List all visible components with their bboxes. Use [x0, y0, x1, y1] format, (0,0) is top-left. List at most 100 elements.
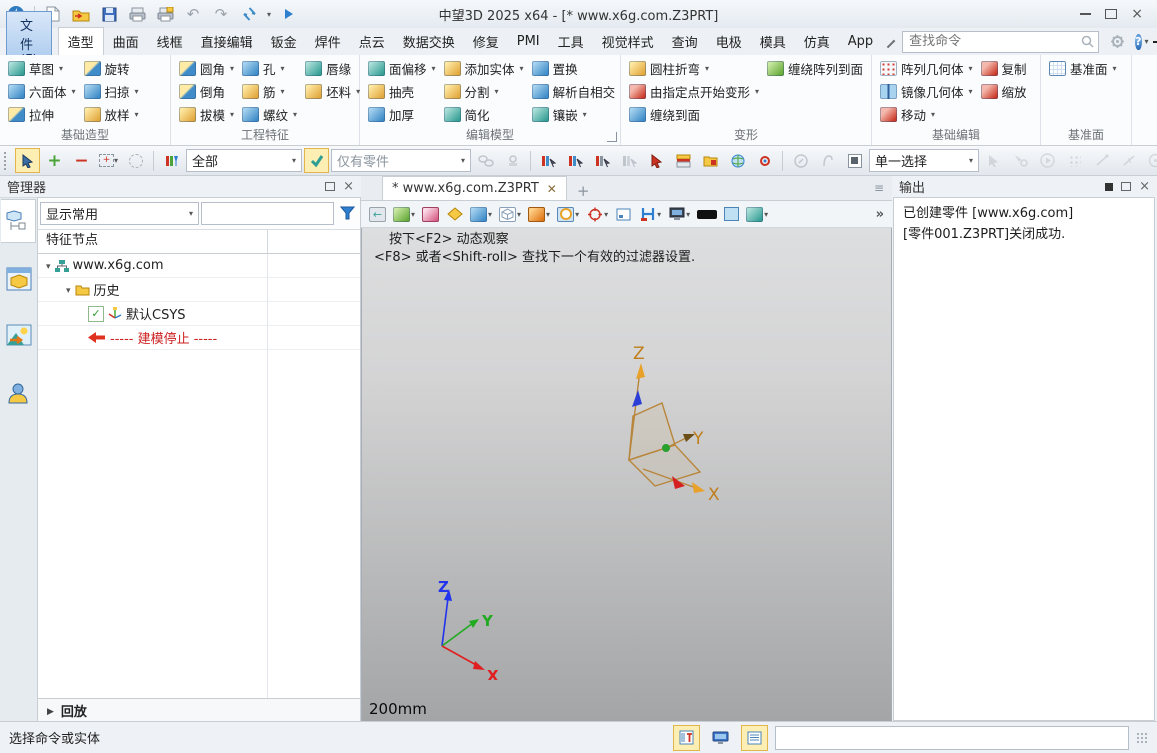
ring-display-button[interactable]	[557, 207, 579, 222]
replay-bar[interactable]: 回放	[38, 698, 360, 721]
web-browser-icon[interactable]	[725, 148, 750, 173]
tab-direct-edit[interactable]: 直接编辑	[192, 28, 262, 55]
dialog-launcher-icon[interactable]	[607, 132, 617, 142]
fillet-button[interactable]: 圆角	[179, 59, 234, 78]
add-selection-button[interactable]: +	[42, 148, 67, 173]
solid-manager-icon[interactable]	[2, 258, 36, 300]
tab-surface[interactable]: 曲面	[104, 28, 148, 55]
print-icon[interactable]	[127, 5, 147, 23]
wrap-to-face-button[interactable]: 缠绕到面	[629, 105, 759, 124]
thread-button[interactable]: 螺纹	[242, 105, 297, 124]
target-point-button[interactable]	[586, 207, 608, 222]
output-log[interactable]: 已创建零件 [www.x6g.com] [零件001.Z3PRT]关闭成功.	[893, 197, 1155, 721]
loft-button[interactable]: 放样	[84, 105, 139, 124]
marquee-select-button[interactable]: +▾	[96, 148, 121, 173]
window-maximize-button[interactable]	[1105, 9, 1117, 19]
manager-restore-button[interactable]	[325, 182, 335, 191]
help-icon[interactable]: ?	[1135, 34, 1141, 50]
history-manager-icon[interactable]	[1, 199, 36, 243]
settings-gear-icon[interactable]	[1107, 33, 1127, 51]
window-zoom-icon[interactable]	[615, 207, 632, 222]
block-button[interactable]: 六面体	[8, 82, 76, 101]
mirror-geometry-button[interactable]: 镜像几何体	[880, 82, 973, 101]
tree-search-input[interactable]	[201, 202, 334, 225]
pattern-geometry-button[interactable]: 阵列几何体	[880, 59, 973, 78]
revolve-button[interactable]: 旋转	[84, 59, 139, 78]
scale-button[interactable]: 缩放	[981, 82, 1027, 101]
extrude-button[interactable]: 拉伸	[8, 105, 76, 124]
tree-node-model-stop[interactable]: ----- 建模停止 -----	[38, 326, 360, 350]
pick-list-2-icon[interactable]	[563, 148, 588, 173]
emboss-button[interactable]: 镶嵌	[532, 105, 616, 124]
tab-sheet-metal[interactable]: 钣金	[262, 28, 306, 55]
solid-square-icon[interactable]	[842, 148, 867, 173]
undo-icon[interactable]: ↶	[183, 5, 203, 23]
move-button[interactable]: 移动	[880, 105, 973, 124]
command-search-box[interactable]	[902, 31, 1099, 53]
default-csys-graphic[interactable]: Z Y X	[599, 342, 759, 512]
datum-plane-button[interactable]: 基准面	[1049, 59, 1117, 78]
message-list-button[interactable]	[741, 725, 768, 751]
entity-filter-icon[interactable]	[159, 148, 184, 173]
black-bar-icon[interactable]	[697, 210, 717, 219]
replace-button[interactable]: 置换	[532, 59, 616, 78]
tab-visual-style[interactable]: 视觉样式	[593, 28, 663, 55]
tab-tools[interactable]: 工具	[549, 28, 593, 55]
tab-repair[interactable]: 修复	[464, 28, 508, 55]
lasso-select-button[interactable]	[123, 148, 148, 173]
background-color-icon[interactable]	[724, 207, 739, 221]
resolve-self-intersection-button[interactable]: 解析自相交	[532, 82, 616, 101]
tab-data-exchange[interactable]: 数据交换	[394, 28, 464, 55]
output-restore-button[interactable]	[1121, 182, 1131, 191]
sketch-button[interactable]: 草图	[8, 59, 76, 78]
stock-button[interactable]: 坯料	[305, 82, 360, 101]
save-icon[interactable]	[99, 5, 119, 23]
visualization-manager-icon[interactable]	[2, 315, 36, 357]
tab-weldment[interactable]: 焊件	[306, 28, 350, 55]
tab-shape[interactable]: 造型	[58, 27, 104, 57]
rib-button[interactable]: 筋	[242, 82, 297, 101]
window-close-button[interactable]: ×	[1131, 9, 1143, 19]
tree-node-default-csys[interactable]: 默认CSYS	[38, 302, 360, 326]
eraser-icon[interactable]	[422, 207, 439, 222]
status-input-field[interactable]	[775, 726, 1129, 750]
pick-cursor-button[interactable]	[15, 148, 40, 173]
quick-access-caret[interactable]: ▾	[267, 10, 271, 19]
simplify-button[interactable]: 简化	[444, 105, 524, 124]
viewport[interactable]: 按下<F2> 动态观察 <F8> 或者<Shift-roll> 查找下一个有效的…	[361, 228, 892, 722]
active-filter-button[interactable]	[304, 148, 329, 173]
new-tab-button[interactable]: +	[577, 182, 590, 200]
tree-node-part[interactable]: www.x6g.com	[38, 254, 360, 278]
print-batch-icon[interactable]	[155, 5, 175, 23]
shaded-display-button[interactable]	[470, 207, 492, 222]
tab-electrode[interactable]: 电极	[707, 28, 751, 55]
draft-button[interactable]: 拔模	[179, 105, 234, 124]
display-layers-button[interactable]	[393, 207, 415, 222]
entity-filter-combo[interactable]: 全部	[186, 149, 302, 172]
document-minimize-button[interactable]	[1153, 41, 1157, 43]
back-icon[interactable]: ←	[369, 207, 386, 222]
faceted-display-button[interactable]	[528, 207, 550, 222]
add-shape-button[interactable]: 添加实体	[444, 59, 524, 78]
settings-tool-icon[interactable]	[752, 148, 777, 173]
tab-app[interactable]: App	[839, 30, 882, 53]
resize-grip[interactable]	[1136, 732, 1148, 744]
output-close-button[interactable]: ×	[1139, 182, 1150, 191]
redo-icon[interactable]: ↷	[211, 5, 231, 23]
help-caret[interactable]: ▾	[1145, 37, 1149, 46]
divide-button[interactable]: 分割	[444, 82, 524, 101]
hole-button[interactable]: 孔	[242, 59, 297, 78]
surface-render-button[interactable]	[746, 207, 768, 222]
toolbar-drag-handle[interactable]	[4, 152, 10, 170]
copy-button[interactable]: 复制	[981, 59, 1027, 78]
datum-plane-view-icon[interactable]	[446, 207, 463, 222]
clip-section-button[interactable]	[639, 207, 661, 222]
lip-button[interactable]: 唇缘	[305, 59, 360, 78]
shell-button[interactable]: 抽壳	[368, 82, 436, 101]
tab-list-icon[interactable]: ≡	[874, 181, 884, 195]
visibility-checkbox[interactable]	[88, 306, 104, 322]
folder-library-icon[interactable]	[698, 148, 723, 173]
wireframe-display-button[interactable]	[499, 207, 521, 222]
monitor-display-button[interactable]	[668, 207, 690, 222]
screen-display-button[interactable]	[707, 725, 734, 751]
